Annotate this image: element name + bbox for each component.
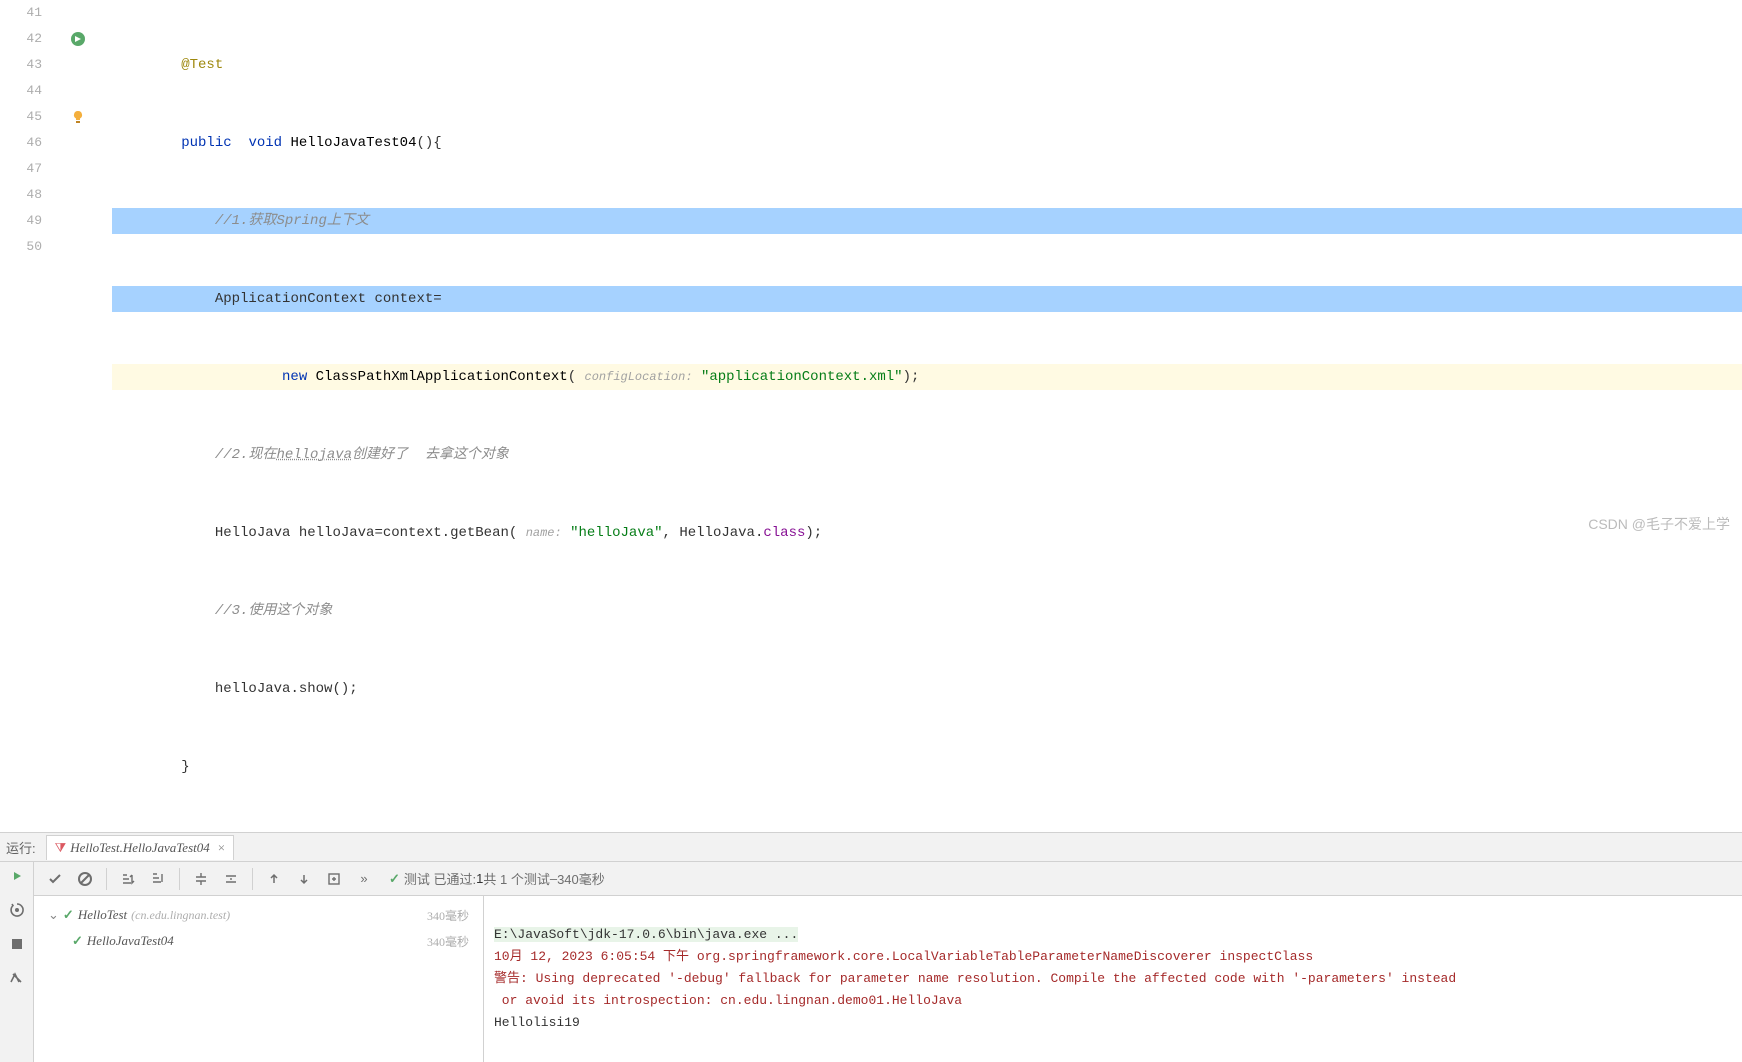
expand-all-icon[interactable]: [188, 866, 214, 892]
pass-icon: ✓: [63, 907, 74, 923]
run-panel: » ✓ 测试 已通过: 1 共 1 个测试 – 340毫秒 ⌄ ✓ HelloT…: [0, 862, 1742, 1062]
close-icon[interactable]: ×: [218, 840, 225, 856]
comment: //2.现在hellojava创建好了 去拿这个对象: [215, 447, 509, 463]
console-line: 警告: Using deprecated '-debug' fallback f…: [494, 971, 1456, 986]
run-tab[interactable]: ⧩ HelloTest.HelloJavaTest04 ×: [46, 835, 234, 860]
settings-icon[interactable]: [7, 968, 27, 988]
chevron-down-icon[interactable]: ⌄: [48, 907, 59, 923]
test-tree-item[interactable]: ✓ HelloJavaTest04 340毫秒: [42, 928, 475, 954]
runner-main: » ✓ 测试 已通过: 1 共 1 个测试 – 340毫秒 ⌄ ✓ HelloT…: [34, 862, 1742, 1062]
next-icon[interactable]: [291, 866, 317, 892]
annotation: @Test: [181, 57, 223, 73]
comment: //1.获取Spring上下文: [215, 213, 369, 229]
toggle-auto-icon[interactable]: [7, 900, 27, 920]
console-output[interactable]: E:\JavaSoft\jdk-17.0.6\bin\java.exe ... …: [484, 896, 1742, 1062]
line-number: 49: [0, 208, 42, 234]
line-number: 41: [0, 0, 42, 26]
keyword: void: [248, 135, 282, 151]
line-number: 43: [0, 52, 42, 78]
stop-icon[interactable]: [7, 934, 27, 954]
test-package: (cn.edu.lingnan.test): [131, 908, 230, 923]
sort-icon[interactable]: [115, 866, 141, 892]
line-gutter: 41 42 43 44 45 46 47 48 49 50: [0, 0, 60, 832]
test-toolbar: » ✓ 测试 已通过: 1 共 1 个测试 – 340毫秒: [34, 862, 1742, 896]
gutter-icons: [60, 0, 96, 832]
export-icon[interactable]: [321, 866, 347, 892]
test-duration: 340毫秒: [427, 907, 469, 924]
sort-alpha-icon[interactable]: [145, 866, 171, 892]
test-tree[interactable]: ⌄ ✓ HelloTest (cn.edu.lingnan.test) 340毫…: [34, 896, 484, 1062]
method-name: HelloJavaTest04: [290, 135, 416, 151]
keyword: new: [282, 369, 307, 385]
line-number: 44: [0, 78, 42, 104]
test-status: ✓ 测试 已通过: 1 共 1 个测试 – 340毫秒: [389, 869, 605, 888]
collapse-all-icon[interactable]: [218, 866, 244, 892]
param-hint: name:: [526, 526, 562, 540]
watermark: CSDN @毛子不爱上学: [1588, 514, 1730, 534]
show-ignored-icon[interactable]: [72, 866, 98, 892]
test-config-icon: ⧩: [55, 840, 67, 856]
comment: //3.使用这个对象: [215, 603, 333, 619]
keyword: public: [181, 135, 231, 151]
line-number: 46: [0, 130, 42, 156]
keyword: class: [763, 525, 805, 541]
run-gutter-icon[interactable]: [60, 26, 96, 52]
code-text: HelloJava helloJava=context.getBean(: [215, 525, 517, 541]
code-editor: 41 42 43 44 45 46 47 48 49 50 @Test publ…: [0, 0, 1742, 832]
console-line: 10月 12, 2023 6:05:54 下午 org.springframew…: [494, 949, 1313, 964]
tab-label: HelloTest.HelloJavaTest04: [70, 840, 210, 856]
class-name: ClassPathXmlApplicationContext: [316, 369, 568, 385]
line-number: 48: [0, 182, 42, 208]
console-line: or avoid its introspection: cn.edu.lingn…: [494, 993, 962, 1008]
pass-icon: ✓: [72, 933, 83, 949]
runner-body: ⌄ ✓ HelloTest (cn.edu.lingnan.test) 340毫…: [34, 896, 1742, 1062]
string: "applicationContext.xml": [701, 369, 903, 385]
code-text: helloJava.show();: [215, 681, 358, 697]
console-line: E:\JavaSoft\jdk-17.0.6\bin\java.exe ...: [494, 927, 798, 942]
line-number: 50: [0, 234, 42, 260]
code-area[interactable]: @Test public void HelloJavaTest04(){ //1…: [112, 0, 1742, 832]
test-tree-root[interactable]: ⌄ ✓ HelloTest (cn.edu.lingnan.test) 340毫…: [42, 902, 475, 928]
run-label: 运行:: [6, 838, 36, 857]
fold-column: [96, 0, 112, 832]
more-icon[interactable]: »: [351, 866, 377, 892]
code-text: ApplicationContext context=: [215, 291, 442, 307]
code-text: }: [181, 759, 189, 775]
test-name: HelloTest: [78, 907, 127, 923]
line-number: 42: [0, 26, 42, 52]
test-name: HelloJavaTest04: [87, 933, 174, 949]
run-panel-tabs: 运行: ⧩ HelloTest.HelloJavaTest04 ×: [0, 832, 1742, 862]
param-hint: configLocation:: [585, 370, 693, 384]
string: "helloJava": [570, 525, 662, 541]
line-number: 45: [0, 104, 42, 130]
prev-icon[interactable]: [261, 866, 287, 892]
show-passed-icon[interactable]: [42, 866, 68, 892]
run-sidebar: [0, 862, 34, 1062]
check-icon: ✓: [389, 871, 400, 887]
test-duration: 340毫秒: [427, 933, 469, 950]
rerun-icon[interactable]: [7, 866, 27, 886]
line-number: 47: [0, 156, 42, 182]
bulb-icon[interactable]: [60, 104, 96, 130]
console-line: Hellolisi19: [494, 1015, 580, 1030]
